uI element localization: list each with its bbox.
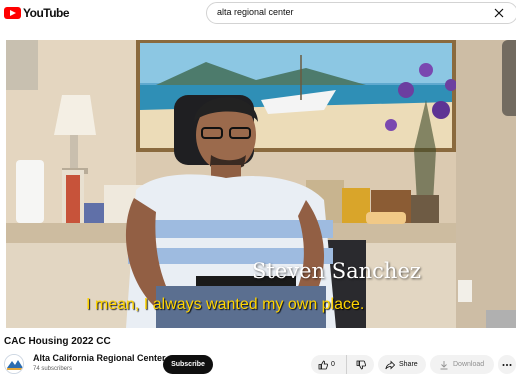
more-actions-button[interactable] — [498, 355, 516, 374]
video-frame — [6, 40, 516, 328]
download-label: Download — [453, 361, 485, 368]
video-title: CAC Housing 2022 CC — [4, 336, 111, 347]
download-button[interactable]: Download — [430, 355, 494, 374]
subscribe-button[interactable]: Subscribe — [163, 355, 213, 374]
search-value[interactable]: alta regional center — [217, 7, 294, 17]
like-icon — [318, 360, 328, 369]
name-caption: Steven Sanchez — [252, 259, 421, 283]
logo-text: YouTube — [23, 6, 70, 20]
like-count: 0 — [331, 361, 335, 368]
channel-logo-icon — [5, 355, 23, 373]
search-input[interactable]: alta regional center — [206, 2, 516, 24]
dislike-icon — [356, 360, 366, 369]
channel-name[interactable]: Alta California Regional Center — [33, 353, 166, 363]
share-icon — [385, 360, 395, 369]
top-bar: YouTube alta regional center — [0, 0, 516, 26]
video-player[interactable]: Steven Sanchez I mean, I always wanted m… — [6, 40, 516, 328]
share-button[interactable]: Share — [378, 355, 426, 374]
like-dislike-group: 0 — [311, 355, 374, 374]
more-icon — [502, 363, 512, 366]
subscriber-count: 74 subscribers — [33, 366, 73, 372]
download-icon — [440, 360, 448, 369]
youtube-logo[interactable]: YouTube — [4, 6, 70, 20]
dislike-button[interactable] — [347, 355, 374, 374]
share-label: Share — [399, 361, 418, 368]
clear-icon[interactable] — [493, 7, 505, 19]
like-button[interactable]: 0 — [311, 355, 347, 374]
youtube-logo-icon — [4, 7, 21, 19]
side-panel-button[interactable] — [502, 40, 516, 116]
closed-caption: I mean, I always wanted my own place. — [86, 296, 365, 313]
channel-avatar[interactable] — [4, 354, 24, 374]
